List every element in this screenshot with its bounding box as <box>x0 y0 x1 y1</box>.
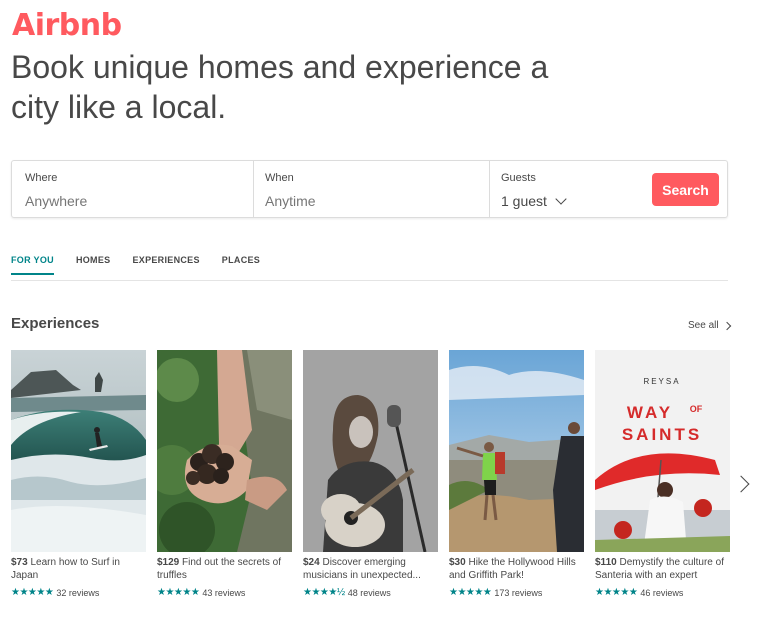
card-price: $30 <box>449 557 466 568</box>
when-field[interactable]: When Anytime <box>254 161 490 217</box>
star-rating-icon: ★★★★★ <box>595 587 638 598</box>
card-rating: ★★★★½ 48 reviews <box>303 587 438 598</box>
experience-card[interactable]: $24 Discover emerging musicians in unexp… <box>303 350 438 598</box>
truffles-hands-image[interactable] <box>157 350 292 552</box>
card-description[interactable]: $110 Demystify the culture of Santeria w… <box>595 557 730 583</box>
poster-title-line1: WAY <box>627 403 673 422</box>
next-arrow-icon[interactable] <box>732 475 750 493</box>
see-all-link[interactable]: See all <box>688 320 731 331</box>
chevron-right-icon <box>722 321 731 330</box>
guests-label: Guests <box>501 172 536 184</box>
review-count: 48 reviews <box>347 587 391 598</box>
where-input[interactable]: Anywhere <box>25 193 87 209</box>
airbnb-logo[interactable]: Airbnb <box>12 8 122 43</box>
guests-value: 1 guest <box>501 193 547 209</box>
guests-field[interactable]: Guests 1 guest Search <box>490 161 727 217</box>
card-title: Learn how to Surf in Japan <box>11 557 120 581</box>
card-description[interactable]: $129 Find out the secrets of truffles <box>157 557 292 583</box>
card-rating: ★★★★★ 43 reviews <box>157 587 292 598</box>
card-price: $110 <box>595 557 617 568</box>
card-description[interactable]: $24 Discover emerging musicians in unexp… <box>303 557 438 583</box>
poster-title-of: OF <box>690 404 703 414</box>
experience-card[interactable]: $129 Find out the secrets of truffles ★★… <box>157 350 292 598</box>
hikers-image[interactable] <box>449 350 584 552</box>
review-count: 43 reviews <box>202 587 246 598</box>
tab-places[interactable]: PLACES <box>222 252 260 275</box>
star-rating-icon: ★★★★★ <box>11 587 54 598</box>
card-rating: ★★★★★ 32 reviews <box>11 587 146 598</box>
star-rating-icon: ★★★★★ <box>449 587 492 598</box>
star-rating-icon: ★★★★½ <box>303 587 345 598</box>
when-input[interactable]: Anytime <box>265 193 316 209</box>
card-title: Discover emerging musicians in unexpecte… <box>303 557 421 581</box>
poster-title-line2: SAINTS <box>622 425 702 444</box>
card-title: Hike the Hollywood Hills and Griffith Pa… <box>449 557 576 581</box>
category-tabs: FOR YOU HOMES EXPERIENCES PLACES <box>11 252 728 281</box>
search-bar: Where Anywhere When Anytime Guests 1 gue… <box>11 160 728 218</box>
search-button[interactable]: Search <box>652 173 719 206</box>
chevron-down-icon[interactable] <box>555 192 567 205</box>
poster-brand: REYSA <box>643 377 680 386</box>
review-count: 32 reviews <box>56 587 100 598</box>
way-of-saints-poster-image[interactable]: REYSA WAY OF SAINTS <box>595 350 730 552</box>
review-count: 173 reviews <box>494 587 543 598</box>
surfer-wave-image[interactable] <box>11 350 146 552</box>
experience-card[interactable]: $30 Hike the Hollywood Hills and Griffit… <box>449 350 584 598</box>
card-description[interactable]: $73 Learn how to Surf in Japan <box>11 557 146 583</box>
see-all-label: See all <box>688 320 719 331</box>
tab-experiences[interactable]: EXPERIENCES <box>132 252 199 275</box>
guests-select[interactable]: 1 guest <box>501 192 567 209</box>
experience-card[interactable]: $73 Learn how to Surf in Japan ★★★★★ 32 r… <box>11 350 146 598</box>
when-label: When <box>265 172 294 184</box>
experience-cards: $73 Learn how to Surf in Japan ★★★★★ 32 r… <box>11 350 730 598</box>
card-description[interactable]: $30 Hike the Hollywood Hills and Griffit… <box>449 557 584 583</box>
review-count: 46 reviews <box>640 587 684 598</box>
card-price: $24 <box>303 557 320 568</box>
page-headline: Book unique homes and experience a city … <box>11 49 549 125</box>
card-price: $73 <box>11 557 28 568</box>
card-rating: ★★★★★ 46 reviews <box>595 587 730 598</box>
where-field[interactable]: Where Anywhere <box>12 161 254 217</box>
card-price: $129 <box>157 557 180 568</box>
card-rating: ★★★★★ 173 reviews <box>449 587 584 598</box>
guitarist-image[interactable] <box>303 350 438 552</box>
experience-card[interactable]: REYSA WAY OF SAINTS $110 Demystify the c… <box>595 350 730 598</box>
section-title: Experiences <box>11 315 100 332</box>
tab-homes[interactable]: HOMES <box>76 252 111 275</box>
where-label: Where <box>25 172 58 184</box>
star-rating-icon: ★★★★★ <box>157 587 200 598</box>
tab-for-you[interactable]: FOR YOU <box>11 252 54 275</box>
